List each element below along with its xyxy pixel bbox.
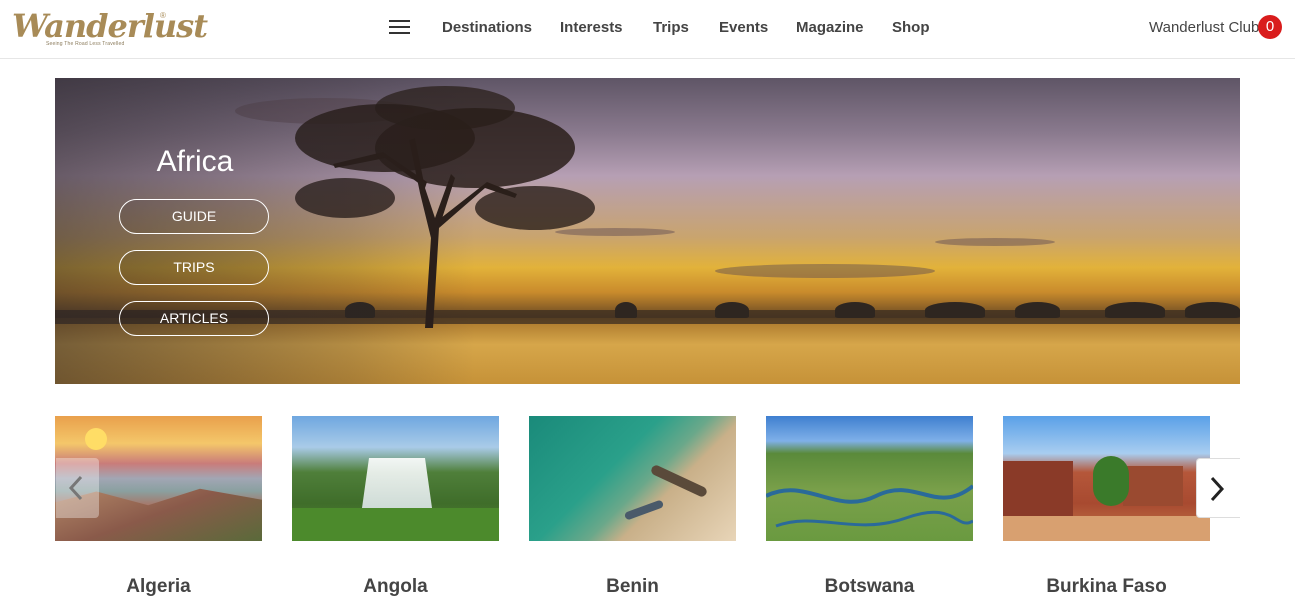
logo-tagline: Seeing The Road Less Travelled [46, 41, 125, 47]
hero-bush [925, 302, 985, 318]
hero-bush [615, 302, 637, 318]
hero-bush [715, 302, 749, 318]
country-name[interactable]: Burkina Faso [1003, 576, 1210, 598]
country-name[interactable]: Benin [529, 576, 736, 598]
benin-photo[interactable] [529, 416, 736, 541]
hero-bush [1105, 302, 1165, 318]
articles-button[interactable]: ARTICLES [119, 301, 269, 336]
nav-events[interactable]: Events [719, 19, 768, 36]
guide-button[interactable]: GUIDE [119, 199, 269, 234]
carousel-next-button[interactable] [1196, 458, 1240, 518]
angola-photo[interactable] [292, 416, 499, 541]
hamburger-menu-icon[interactable] [389, 19, 411, 35]
carousel-prev-button[interactable] [56, 458, 99, 518]
nav-shop[interactable]: Shop [892, 19, 930, 36]
river-channels [766, 484, 973, 528]
country-name[interactable]: Angola [292, 576, 499, 598]
trips-button[interactable]: TRIPS [119, 250, 269, 285]
hero-bush [1015, 302, 1060, 318]
burkina-faso-photo[interactable] [1003, 416, 1210, 541]
nav-interests[interactable]: Interests [560, 19, 623, 36]
club-count-badge[interactable]: 0 [1258, 15, 1282, 39]
hero-cloud [715, 264, 935, 278]
hero-title: Africa [156, 145, 234, 178]
hero-text-overlay [55, 78, 475, 384]
site-header: Wanderlust ® Seeing The Road Less Travel… [0, 0, 1295, 59]
logo-wordmark: Wanderlust [12, 7, 208, 45]
logo-registered-mark: ® [160, 11, 166, 20]
nav-trips[interactable]: Trips [653, 19, 689, 36]
nav-destinations[interactable]: Destinations [442, 19, 532, 36]
chevron-right-icon [1210, 476, 1225, 502]
nav-magazine[interactable]: Magazine [796, 19, 864, 36]
botswana-photo[interactable] [766, 416, 973, 541]
hero-bush [1185, 302, 1240, 318]
hero-cloud [935, 238, 1055, 246]
wanderlust-logo[interactable]: Wanderlust ® Seeing The Road Less Travel… [12, 7, 208, 51]
wanderlust-club-link[interactable]: Wanderlust Club [1149, 19, 1259, 36]
country-name[interactable]: Botswana [766, 576, 973, 598]
chevron-left-icon [68, 475, 83, 501]
hero-bush [835, 302, 875, 318]
country-name[interactable]: Algeria [55, 576, 262, 598]
